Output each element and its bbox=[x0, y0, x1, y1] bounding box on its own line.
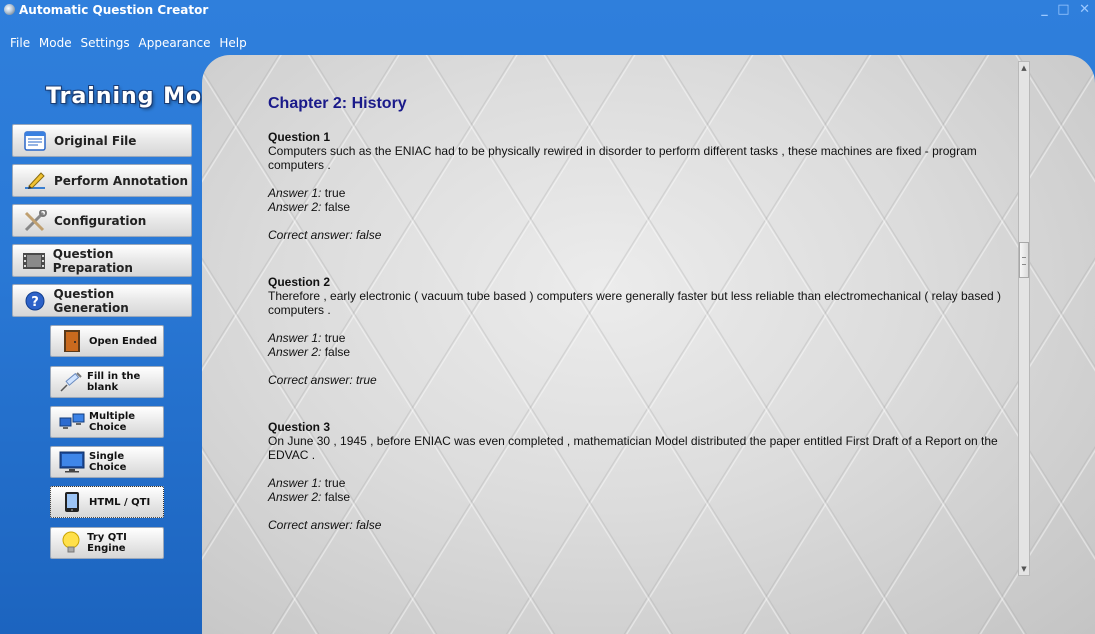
correct-prefix: Correct answer: bbox=[268, 228, 353, 242]
menu-settings[interactable]: Settings bbox=[80, 36, 129, 50]
correct-value: false bbox=[356, 518, 382, 532]
tools-icon bbox=[22, 209, 48, 232]
configuration-label: Configuration bbox=[54, 213, 147, 228]
scroll-up-arrow-icon[interactable]: ▲ bbox=[1019, 62, 1029, 74]
answer-2-value: false bbox=[324, 200, 351, 214]
document-icon bbox=[22, 130, 48, 152]
configuration-button[interactable]: Configuration bbox=[12, 204, 192, 237]
question-title: Question 3 bbox=[268, 420, 331, 434]
correct-answer: Correct answer: false bbox=[268, 518, 1028, 532]
answer-2-value: false bbox=[324, 345, 351, 359]
scrollbar-thumb[interactable] bbox=[1019, 242, 1029, 278]
correct-value: false bbox=[356, 228, 382, 242]
device-icon bbox=[59, 490, 85, 514]
annotation-pen-icon bbox=[22, 170, 48, 192]
open-ended-label: Open Ended bbox=[89, 335, 158, 347]
film-icon bbox=[22, 250, 47, 272]
lightbulb-icon bbox=[59, 531, 83, 555]
single-choice-label: Single Choice bbox=[89, 451, 127, 473]
menu-appearance[interactable]: Appearance bbox=[139, 36, 211, 50]
try-qti-engine-button[interactable]: Try QTI Engine bbox=[50, 527, 164, 559]
answer-list: Answer 1: true Answer 2: false bbox=[268, 331, 1028, 359]
try-qti-engine-label: Try QTI Engine bbox=[87, 532, 127, 554]
question-preparation-label: Question Preparation bbox=[52, 246, 133, 275]
open-ended-button[interactable]: Open Ended bbox=[50, 325, 164, 357]
answer-1-prefix: Answer 1: bbox=[268, 186, 322, 200]
window-title: Automatic Question Creator bbox=[19, 3, 209, 17]
original-file-button[interactable]: Original File bbox=[12, 124, 192, 157]
correct-value: true bbox=[356, 373, 377, 387]
question-document: Chapter 2: History Question 1 Computers … bbox=[268, 95, 1028, 532]
question-item: Question 1 Computers such as the ENIAC h… bbox=[268, 130, 1028, 242]
question-title: Question 2 bbox=[268, 275, 331, 289]
content-pane: Chapter 2: History Question 1 Computers … bbox=[202, 55, 1095, 634]
single-choice-button[interactable]: Single Choice bbox=[50, 446, 164, 478]
monitor-icon bbox=[59, 450, 85, 474]
html-qti-button[interactable]: HTML / QTI bbox=[50, 486, 164, 518]
minimize-button[interactable]: _ bbox=[1041, 2, 1049, 17]
svg-text:?: ? bbox=[31, 295, 39, 310]
app-icon bbox=[4, 4, 15, 15]
help-icon: ? bbox=[22, 290, 48, 312]
answer-list: Answer 1: true Answer 2: false bbox=[268, 186, 1028, 214]
chapter-title: Chapter 2: History bbox=[268, 95, 407, 112]
app-window: Automatic Question Creator _ □ ✕ File Mo… bbox=[0, 0, 1095, 634]
menu-mode[interactable]: Mode bbox=[39, 36, 72, 50]
answer-2-prefix: Answer 2: bbox=[268, 200, 322, 214]
question-preparation-button[interactable]: Question Preparation bbox=[12, 244, 192, 277]
question-title: Question 1 bbox=[268, 130, 331, 144]
question-text: Therefore , early electronic ( vacuum tu… bbox=[268, 289, 1002, 317]
fill-in-the-blank-label: Fill in the blank bbox=[87, 371, 141, 393]
network-icon bbox=[59, 410, 85, 434]
answer-1-prefix: Answer 1: bbox=[268, 331, 322, 345]
correct-prefix: Correct answer: bbox=[268, 518, 353, 532]
correct-answer: Correct answer: true bbox=[268, 373, 1028, 387]
fill-in-the-blank-button[interactable]: Fill in the blank bbox=[50, 366, 164, 398]
question-generation-label: Question Generation bbox=[53, 286, 129, 315]
grip-icon bbox=[1022, 257, 1026, 265]
correct-answer: Correct answer: false bbox=[268, 228, 1028, 242]
window-controls: _ □ ✕ bbox=[1038, 2, 1091, 17]
question-text: On June 30 , 1945 , before ENIAC was eve… bbox=[268, 434, 998, 462]
door-icon bbox=[59, 329, 85, 353]
question-text: Computers such as the ENIAC had to be ph… bbox=[268, 144, 977, 172]
question-item: Question 2 Therefore , early electronic … bbox=[268, 275, 1028, 387]
perform-annotation-button[interactable]: Perform Annotation bbox=[12, 164, 192, 197]
maximize-button[interactable]: □ bbox=[1057, 2, 1070, 17]
close-button[interactable]: ✕ bbox=[1079, 2, 1091, 17]
answer-list: Answer 1: true Answer 2: false bbox=[268, 476, 1028, 504]
answer-2-value: false bbox=[324, 490, 351, 504]
question-generation-button[interactable]: ? Question Generation bbox=[12, 284, 192, 317]
scroll-down-arrow-icon[interactable]: ▼ bbox=[1019, 563, 1029, 575]
correct-prefix: Correct answer: bbox=[268, 373, 353, 387]
menu-file[interactable]: File bbox=[10, 36, 30, 50]
perform-annotation-label: Perform Annotation bbox=[54, 173, 189, 188]
answer-2-prefix: Answer 2: bbox=[268, 345, 322, 359]
answer-1-value: true bbox=[324, 476, 346, 490]
answer-1-prefix: Answer 1: bbox=[268, 476, 322, 490]
syringe-icon bbox=[59, 370, 83, 394]
original-file-label: Original File bbox=[54, 133, 137, 148]
answer-1-value: true bbox=[324, 331, 346, 345]
menu-bar: File Mode Settings Appearance Help bbox=[10, 36, 252, 50]
title-bar: Automatic Question Creator _ □ ✕ bbox=[0, 0, 1095, 20]
question-item: Question 3 On June 30 , 1945 , before EN… bbox=[268, 420, 1028, 532]
answer-1-value: true bbox=[324, 186, 346, 200]
multiple-choice-button[interactable]: Multiple Choice bbox=[50, 406, 164, 438]
vertical-scrollbar[interactable]: ▲ ▼ bbox=[1018, 61, 1030, 576]
answer-2-prefix: Answer 2: bbox=[268, 490, 322, 504]
html-qti-label: HTML / QTI bbox=[89, 496, 151, 508]
multiple-choice-label: Multiple Choice bbox=[89, 411, 136, 433]
menu-help[interactable]: Help bbox=[219, 36, 246, 50]
